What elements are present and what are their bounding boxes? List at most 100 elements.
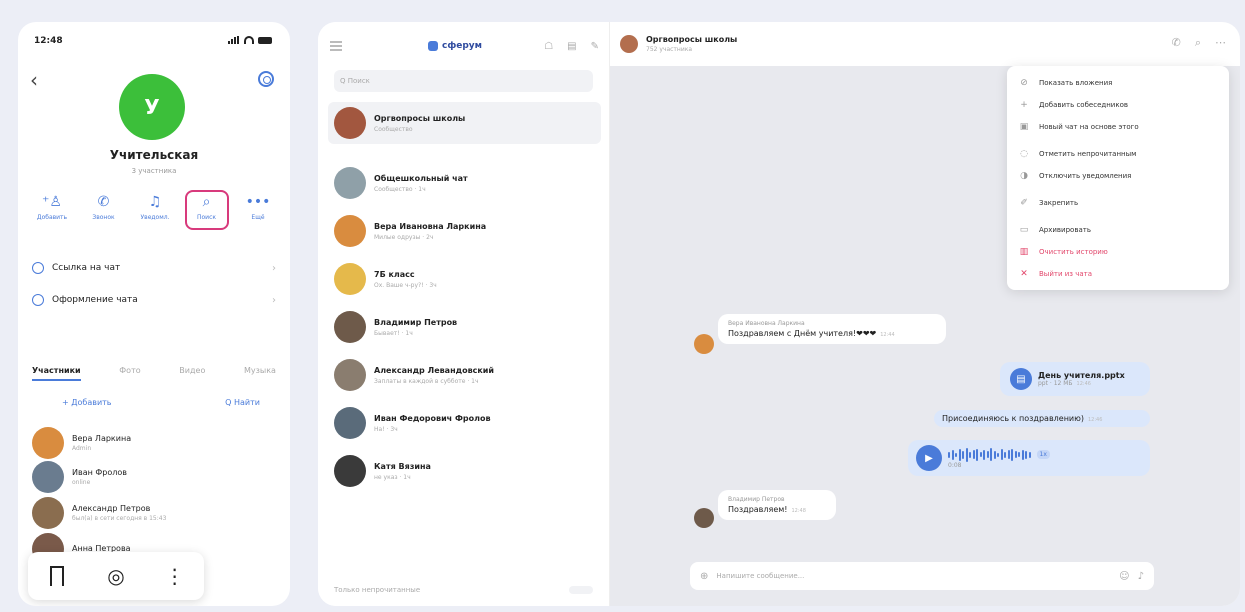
emoji-icon[interactable]: ☺ (1119, 571, 1129, 582)
message-bubble[interactable]: Присоединяюсь к поздравлению) 12:46 (934, 410, 1150, 427)
sidebar-header: сферум ☖ ▤ ✎ (330, 34, 599, 58)
chat-list-item[interactable]: Катя Вязина не указ · 1ч (328, 450, 601, 492)
exit-icon: ✕ (1020, 269, 1028, 279)
toggle-switch[interactable] (569, 586, 593, 594)
chat-context-menu: ⊘ Показать вложения + Добавить собеседников… (1007, 66, 1229, 290)
member-row[interactable]: Иван Фролов online (32, 460, 280, 494)
phone-icon[interactable]: ✆ (1172, 36, 1181, 50)
sidebar-footer: Только непрочитанные (334, 586, 593, 594)
wifi-icon (244, 36, 254, 44)
member-status: online (72, 479, 91, 486)
menu-item[interactable]: ▣ Новый чат на основе этого (1007, 116, 1229, 138)
message-bubble[interactable]: Владимир Петров Поздравляем! 12:48 (718, 490, 836, 520)
new-chat-icon[interactable]: ✎ (591, 41, 599, 52)
settings-icon[interactable] (258, 71, 274, 87)
chat-preview: Сообщество · 1ч (374, 185, 426, 193)
menu-item[interactable]: ▭ Архивировать (1007, 219, 1229, 241)
action-label: Ещё (251, 214, 265, 221)
member-row[interactable]: Александр Петров был(а) в сети сегодня в … (32, 496, 280, 530)
search-input[interactable]: Q Поиск (334, 70, 593, 92)
palette-icon (32, 294, 44, 306)
chat-list-item[interactable]: Владимир Петров Бывает! · 1ч (328, 306, 601, 348)
tab-video[interactable]: Видео (179, 366, 205, 381)
menu-icon[interactable] (330, 39, 342, 54)
file-message[interactable]: ▤ День учителя.pptx ppt · 12 МБ 12:46 (1000, 362, 1150, 396)
chat-name: Александр Левандовский (374, 365, 495, 375)
call-button[interactable]: ✆ Звонок (82, 190, 126, 230)
playback-speed[interactable]: 1x (1036, 450, 1050, 459)
message-input[interactable]: Напишите сообщение... (716, 572, 1111, 580)
bookmark-button[interactable] (42, 566, 72, 591)
chat-appearance-row[interactable]: Оформление чата › (32, 289, 276, 311)
voice-message[interactable]: ▶ 1x 0:08 (908, 440, 1150, 476)
waveform-bar (1007, 450, 1010, 459)
waveform-bar (969, 451, 971, 458)
menu-item[interactable]: + Добавить собеседников (1007, 94, 1229, 116)
message-composer[interactable]: ⊕ Напишите сообщение... ☺ ♪ (690, 562, 1154, 590)
message-author: Вера Ивановна Ларкина (728, 320, 805, 327)
chat-preview: Бывает! · 1ч (374, 329, 413, 337)
waveform-bar (1000, 449, 1003, 460)
notifications-button[interactable]: ♫ Уведомл. (133, 190, 177, 230)
menu-item[interactable]: ✕ Выйти из чата (1007, 263, 1229, 285)
attach-icon[interactable]: ⊕ (700, 571, 708, 582)
message-bubble[interactable]: Вера Ивановна Ларкина Поздравляем с Днём… (718, 314, 946, 344)
more-icon: ••• (245, 194, 271, 210)
tab-music[interactable]: Музыка (244, 366, 276, 381)
add-member-link[interactable]: + Добавить (62, 398, 112, 407)
chat-list-item[interactable]: Александр Левандовский Заплаты в каждой в… (328, 354, 601, 396)
play-button[interactable]: ▶ (916, 445, 942, 471)
menu-item-label: Новый чат на основе этого (1039, 123, 1139, 131)
waveform-bar (951, 449, 954, 460)
member-row[interactable]: Вера Ларкина Admin (32, 426, 280, 460)
more-button[interactable]: ••• Ещё (236, 190, 280, 230)
calendar-icon[interactable]: ▤ (567, 41, 576, 52)
waveform[interactable] (948, 447, 1031, 462)
add-member-icon: ⁺♙ (42, 194, 62, 210)
menu-item-label: Закрепить (1039, 199, 1079, 207)
message-text: Поздравляем! 12:48 (728, 505, 826, 514)
chat-list-item[interactable]: Общешкольный чат Сообщество · 1ч (328, 162, 601, 204)
action-label: Поиск (196, 214, 216, 221)
menu-item[interactable]: ◑ Отключить уведомления (1007, 165, 1229, 187)
menu-item[interactable]: ◌ Отметить непрочитанным (1007, 143, 1229, 165)
member-tools: + Добавить Q Найти (62, 398, 260, 407)
search-icon[interactable]: ⌕ (1195, 36, 1201, 50)
status-time: 12:48 (34, 36, 63, 46)
lens-button[interactable]: ◎ (101, 564, 131, 588)
waveform-bar (1014, 451, 1017, 458)
chat-name: Общешкольный чат (374, 173, 468, 183)
more-vertical-button[interactable]: ⋮ (160, 564, 190, 588)
avatar (694, 334, 714, 354)
new-chat-icon: ▣ (1019, 122, 1029, 132)
menu-item[interactable]: ✐ Закрепить (1007, 192, 1229, 214)
chevron-right-icon: › (272, 294, 276, 306)
chat-list-item[interactable]: 7Б класс Ох. Ваше ч-ру?! · 3ч (328, 258, 601, 300)
search-button[interactable]: ⌕ Поиск (184, 190, 229, 230)
chat-link-row[interactable]: Ссылка на чат › (32, 257, 276, 279)
message-text: Присоединяюсь к поздравлению) 12:46 (942, 414, 1142, 423)
menu-item[interactable]: ▥ Очистить историю (1007, 241, 1229, 263)
tab-members[interactable]: Участники (32, 366, 81, 381)
chat-name: Оргвопросы школы (374, 113, 466, 123)
back-button[interactable]: ‹ (30, 68, 38, 92)
message-time: 12:44 (880, 332, 895, 338)
waveform-bar (1021, 449, 1024, 460)
chat-list-item[interactable]: Оргвопросы школы Сообщество (328, 102, 601, 144)
desktop-messenger: сферум ☖ ▤ ✎ Q Поиск Оргвопросы школы Соо… (318, 22, 1240, 606)
tab-photo[interactable]: Фото (119, 366, 140, 381)
avatar (694, 508, 714, 528)
chat-preview: Милые одрузы · 2ч (374, 233, 434, 241)
contacts-icon[interactable]: ☖ (544, 41, 553, 52)
microphone-icon[interactable]: ♪ (1138, 571, 1144, 582)
more-icon[interactable]: ⋯ (1215, 36, 1226, 50)
chat-list-item[interactable]: Иван Федорович Фролов Hа! · 3ч (328, 402, 601, 444)
avatar (334, 167, 366, 199)
unread-only-toggle[interactable]: Только непрочитанные (334, 586, 420, 594)
chat-list-item[interactable]: Вера Ивановна Ларкина Милые одрузы · 2ч (328, 210, 601, 252)
unread-icon: ◌ (1020, 149, 1028, 159)
menu-item[interactable]: ⊘ Показать вложения (1007, 72, 1229, 94)
add-member-button[interactable]: ⁺♙ Добавить (30, 190, 74, 230)
find-member-link[interactable]: Q Найти (225, 398, 260, 407)
avatar (334, 407, 366, 439)
